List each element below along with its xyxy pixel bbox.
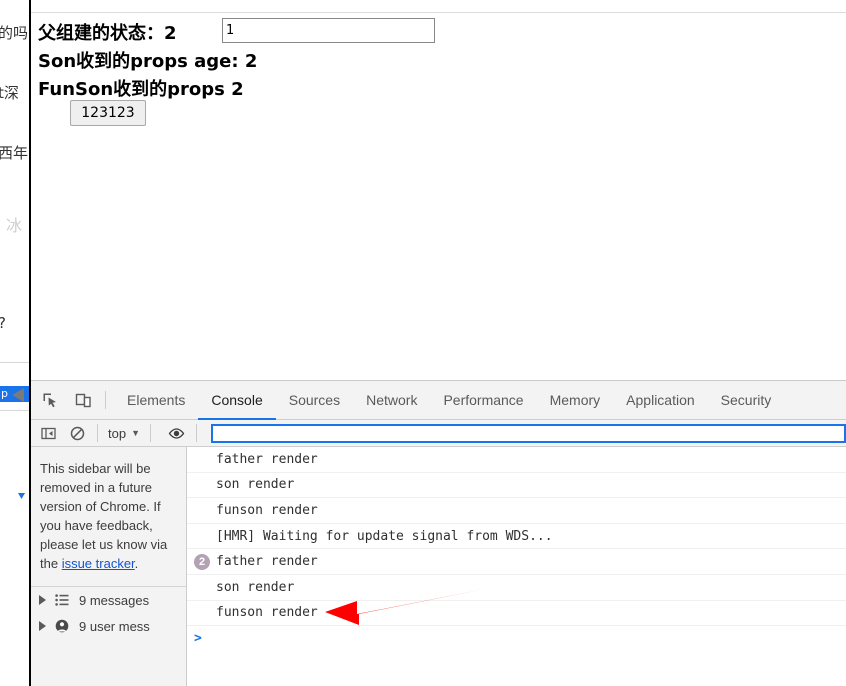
sliver-fragment-2: 西年 (0, 144, 29, 162)
list-icon (54, 592, 70, 608)
console-message[interactable]: father render (187, 447, 846, 473)
son-props-label: Son收到的props age: 2 (38, 51, 258, 72)
background-page-sliver: 的吗 t深 西年 冰 ? p (0, 0, 31, 686)
tab-network[interactable]: Network (353, 381, 430, 420)
sliver-fragment-3: 冰 (6, 216, 23, 235)
console-message[interactable]: son render (187, 473, 846, 499)
screen-root: 的吗 t深 西年 冰 ? p 父组建的状态：2 Son收到的props age:… (0, 0, 846, 686)
devtools-tabbar: Elements Console Sources Network Perform… (31, 381, 846, 420)
sidebar-item-user-messages[interactable]: 9 user mess (31, 613, 186, 639)
sidebar-item-label: 9 messages (79, 592, 150, 608)
chevron-down-icon: ▼ (131, 428, 140, 438)
console-sidebar: This sidebar will be removed in a future… (31, 447, 187, 686)
user-message-icon (54, 618, 70, 634)
sidebar-notice-text-2: . (134, 556, 139, 571)
tab-memory[interactable]: Memory (537, 381, 614, 420)
sidebar-item-all-messages[interactable]: 9 messages (31, 587, 186, 613)
execution-context-selector[interactable]: top ▼ (106, 426, 142, 441)
age-input[interactable] (222, 18, 435, 43)
console-message[interactable]: 2 father render (187, 549, 846, 575)
web-page-viewport: 父组建的状态：2 Son收到的props age: 2 FunSon收到的pro… (31, 0, 846, 380)
sliver-expand-triangle-icon[interactable] (18, 493, 25, 499)
console-message[interactable]: [HMR] Waiting for update signal from WDS… (187, 524, 846, 550)
sliver-fragment-4: ? (0, 314, 6, 332)
console-filter-input[interactable] (211, 423, 846, 443)
tab-performance[interactable]: Performance (430, 381, 536, 420)
clear-console-icon[interactable] (65, 422, 89, 444)
mouse-cursor-icon (12, 388, 24, 402)
funson-props-label: FunSon收到的props 2 (38, 79, 244, 100)
sliver-fragment-0: 的吗 (0, 24, 29, 42)
execution-context-label: top (108, 425, 127, 441)
console-message-text: father render (216, 554, 318, 570)
tab-elements[interactable]: Elements (114, 381, 198, 420)
page-top-divider (31, 12, 846, 13)
sliver-divider-bottom (0, 410, 29, 411)
sliver-fragment-1: t深 (0, 84, 19, 102)
console-toolbar-separator-3 (196, 424, 197, 442)
toolbar-separator (105, 391, 106, 409)
console-message[interactable]: funson render (187, 498, 846, 524)
console-sidebar-toggle-icon[interactable] (36, 422, 60, 444)
console-toolbar: top ▼ (31, 420, 846, 447)
sidebar-deprecation-notice: This sidebar will be removed in a future… (31, 447, 186, 583)
issue-tracker-link[interactable]: issue tracker (62, 556, 135, 571)
tab-security[interactable]: Security (708, 381, 785, 420)
console-prompt-row[interactable]: > (187, 626, 846, 650)
console-prompt-caret-icon: > (194, 630, 202, 646)
devtools-panel: Elements Console Sources Network Perform… (31, 380, 846, 686)
console-toolbar-separator-1 (97, 424, 98, 442)
triangle-right-icon[interactable] (39, 595, 46, 605)
tab-sources[interactable]: Sources (276, 381, 353, 420)
create-live-expression-icon[interactable] (164, 422, 188, 444)
sidebar-notice-text-1: This sidebar will be removed in a future… (40, 461, 168, 571)
console-body: This sidebar will be removed in a future… (31, 447, 846, 686)
sidebar-item-label: 9 user mess (79, 618, 150, 634)
console-toolbar-separator-2 (150, 424, 151, 442)
increment-button[interactable]: 123123 (70, 100, 146, 126)
tab-application[interactable]: Application (613, 381, 708, 420)
console-message[interactable]: funson render (187, 601, 846, 627)
inspect-element-icon[interactable] (36, 386, 64, 414)
father-state-label: 父组建的状态：2 (38, 23, 177, 44)
console-message[interactable]: son render (187, 575, 846, 601)
triangle-right-icon[interactable] (39, 621, 46, 631)
device-toolbar-icon[interactable] (69, 386, 97, 414)
sliver-tab-label: p (1, 387, 8, 400)
tab-console[interactable]: Console (198, 381, 277, 420)
repeat-count-badge: 2 (194, 553, 210, 570)
console-message-list[interactable]: father render son render funson render [… (187, 447, 846, 686)
sliver-divider-top (0, 362, 29, 363)
